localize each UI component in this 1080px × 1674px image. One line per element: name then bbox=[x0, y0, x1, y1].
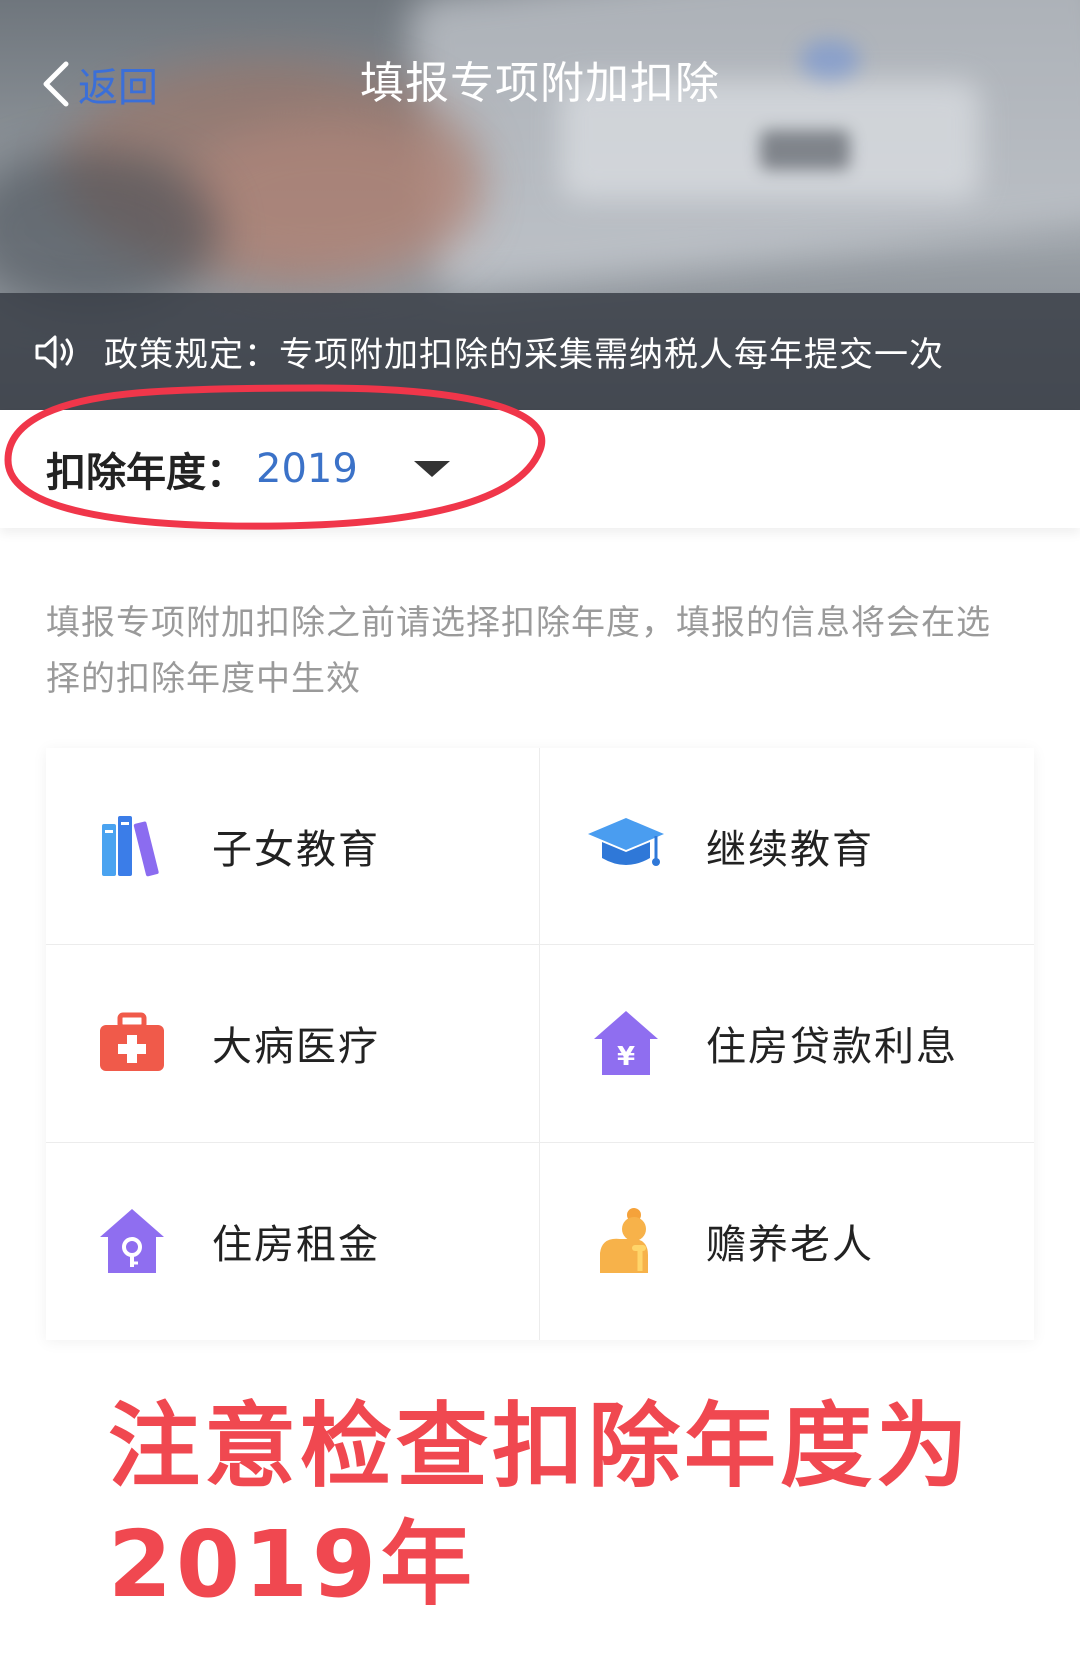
caret-down-icon bbox=[413, 461, 450, 477]
category-label: 住房租金 bbox=[212, 1222, 380, 1269]
category-label: 继续教育 bbox=[706, 827, 874, 874]
nav-bar: 返回 填报专项附加扣除 bbox=[0, 40, 1080, 130]
year-value: 2019 bbox=[256, 446, 358, 492]
annotation-text: 注意检查扣除年度为 2019年 bbox=[108, 1388, 1048, 1624]
category-label: 赡养老人 bbox=[706, 1222, 874, 1269]
category-label: 大病医疗 bbox=[212, 1024, 380, 1071]
books-icon bbox=[92, 806, 172, 886]
year-label: 扣除年度： bbox=[46, 450, 246, 496]
category-child-education[interactable]: 子女教育 bbox=[46, 748, 540, 946]
background-blur bbox=[180, 120, 480, 280]
year-selector-bar: 扣除年度： 2019 bbox=[0, 410, 1080, 528]
house-yuan-icon: ¥ bbox=[586, 1003, 666, 1083]
header-banner: 返回 填报专项附加扣除 政策规定：专项附加扣除的采集需纳税人每年提交一次 bbox=[0, 0, 1080, 410]
deduction-category-grid: 子女教育 继续教育 大病医疗 ¥ 住房贷款利息 住房租金 赡养老人 bbox=[46, 748, 1034, 1340]
year-dropdown[interactable]: 2019 bbox=[246, 446, 450, 492]
page-title: 填报专项附加扣除 bbox=[360, 58, 720, 109]
house-key-icon bbox=[92, 1201, 172, 1281]
category-serious-illness-medical[interactable]: 大病医疗 bbox=[46, 945, 540, 1143]
medical-kit-icon bbox=[92, 1003, 172, 1083]
hint-text: 填报专项附加扣除之前请选择扣除年度，填报的信息将会在选择的扣除年度中生效 bbox=[46, 603, 991, 699]
category-elderly-support[interactable]: 赡养老人 bbox=[540, 1143, 1034, 1340]
policy-notice: 政策规定：专项附加扣除的采集需纳税人每年提交一次 bbox=[0, 293, 1080, 410]
category-label: 子女教育 bbox=[212, 827, 380, 874]
elderly-person-icon bbox=[586, 1201, 666, 1281]
annotation-line-1: 注意检查扣除年度为 bbox=[108, 1393, 973, 1500]
category-label: 住房贷款利息 bbox=[706, 1024, 958, 1071]
category-continuing-education[interactable]: 继续教育 bbox=[540, 748, 1034, 946]
category-housing-loan-interest[interactable]: ¥ 住房贷款利息 bbox=[540, 945, 1034, 1143]
background-blur bbox=[760, 130, 850, 170]
category-housing-rent[interactable]: 住房租金 bbox=[46, 1142, 540, 1340]
speaker-icon bbox=[35, 335, 73, 368]
graduation-cap-icon bbox=[586, 806, 666, 886]
notice-text: 政策规定：专项附加扣除的采集需纳税人每年提交一次 bbox=[104, 335, 944, 375]
svg-text:¥: ¥ bbox=[617, 1042, 635, 1072]
annotation-line-2: 2019年 bbox=[108, 1511, 477, 1618]
